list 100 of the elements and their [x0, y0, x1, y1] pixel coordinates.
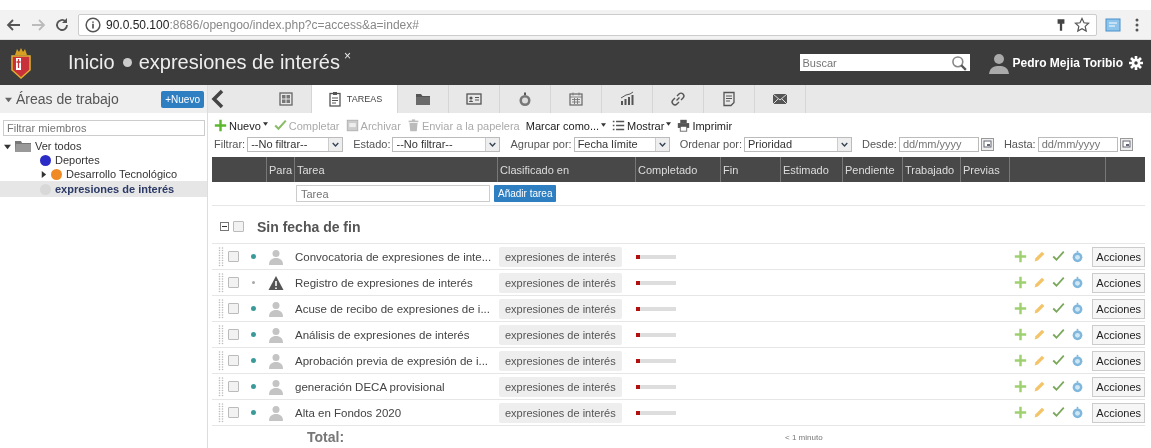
search-field[interactable]: Buscar [799, 54, 970, 71]
actions-button[interactable]: Acciones [1092, 272, 1145, 293]
settings-icon[interactable] [1129, 55, 1143, 70]
checkbox[interactable] [228, 303, 239, 314]
stopwatch-icon[interactable] [1071, 276, 1085, 289]
drag-handle-icon[interactable] [218, 272, 224, 293]
star-icon[interactable] [1074, 16, 1090, 33]
caret-icon[interactable] [654, 137, 669, 151]
workspace-tag[interactable]: expresiones de interés [499, 246, 622, 267]
address-bar[interactable]: 90.0.50.100:8686/opengoo/index.php?c=access&a=index# [78, 13, 1097, 36]
pencil-icon[interactable] [1033, 302, 1047, 315]
caret-icon[interactable] [485, 137, 500, 151]
user-name[interactable]: Pedro Mejia Toribio [1012, 55, 1123, 70]
forward-icon[interactable] [30, 16, 46, 33]
plus-icon[interactable] [1014, 250, 1028, 263]
column-header[interactable]: Fin [720, 157, 780, 182]
pencil-icon[interactable] [1033, 250, 1047, 263]
user-icon[interactable] [987, 51, 1010, 74]
drag-handle-icon[interactable] [218, 402, 224, 423]
column-header[interactable]: Previas [960, 157, 1009, 182]
caret-right-icon[interactable] [40, 170, 47, 178]
workspace-tag[interactable]: expresiones de interés [499, 324, 622, 345]
info-icon[interactable] [85, 16, 101, 33]
toolbar-button[interactable]: Imprimir [677, 119, 733, 132]
close-mark[interactable]: × [343, 49, 351, 63]
check-icon[interactable] [1052, 406, 1066, 419]
toolbar-button[interactable]: Marcar como... [525, 119, 607, 132]
column-header[interactable]: Para [266, 157, 294, 182]
date-field[interactable]: dd/mm/yyyy [898, 136, 979, 152]
dropdown-field[interactable]: --No filtrar-- [247, 136, 344, 152]
pencil-icon[interactable] [1033, 406, 1047, 419]
check-icon[interactable] [1052, 328, 1066, 341]
calendar-icon[interactable] [1119, 137, 1133, 151]
plus-icon[interactable] [1014, 380, 1028, 393]
column-header[interactable]: Pendiente [842, 157, 902, 182]
checkbox[interactable] [228, 407, 239, 418]
tree-item[interactable]: Deportes [0, 153, 207, 167]
tree-item[interactable]: Desarrollo Tecnológico [0, 167, 207, 181]
reload-icon[interactable] [54, 16, 70, 33]
tree-item[interactable]: Ver todos [0, 139, 207, 153]
task-title[interactable]: Análisis de expresiones de interés [295, 328, 499, 341]
checkbox[interactable] [228, 381, 239, 392]
drag-handle-icon[interactable] [218, 324, 224, 345]
task-title[interactable]: Aprobación previa de expresión de i... [295, 354, 499, 367]
task-title[interactable]: Convocatoria de expresiones de inte... [295, 250, 499, 263]
plus-icon[interactable] [1014, 354, 1028, 367]
actions-button[interactable]: Acciones [1092, 324, 1145, 345]
actions-button[interactable]: Acciones [1092, 350, 1145, 371]
drag-handle-icon[interactable] [218, 298, 224, 319]
filter-field[interactable]: Filtrar miembros [3, 120, 205, 136]
workspace-tag[interactable]: expresiones de interés [499, 402, 622, 423]
dropdown-field[interactable]: Prioridad [744, 136, 852, 152]
search-icon[interactable] [950, 54, 967, 71]
add-task-button[interactable]: Añadir tarea [494, 185, 557, 202]
drag-handle-icon[interactable] [218, 350, 224, 371]
stopwatch-icon[interactable] [1071, 354, 1085, 367]
check-icon[interactable] [1052, 250, 1066, 263]
collapse-icon[interactable] [220, 222, 229, 231]
checkbox[interactable] [228, 329, 239, 340]
actions-button[interactable]: Acciones [1092, 246, 1145, 267]
caret-down-icon[interactable] [4, 142, 11, 150]
column-header[interactable]: Clasificado en [497, 157, 635, 182]
task-title[interactable]: Alta en Fondos 2020 [295, 406, 499, 419]
check-icon[interactable] [1052, 302, 1066, 315]
checkbox[interactable] [228, 277, 239, 288]
toolbar-button[interactable]: Mostrar [612, 119, 672, 132]
back-icon[interactable] [6, 16, 22, 33]
pencil-icon[interactable] [1033, 380, 1047, 393]
workspace-tag[interactable]: expresiones de interés [499, 272, 622, 293]
workspace-tag[interactable]: expresiones de interés [499, 376, 622, 397]
check-icon[interactable] [1052, 354, 1066, 367]
pencil-icon[interactable] [1033, 354, 1047, 367]
plus-icon[interactable] [1014, 406, 1028, 419]
task-title[interactable]: generación DECA provisional [295, 380, 499, 393]
checkbox[interactable] [233, 221, 244, 232]
checkbox[interactable] [228, 251, 239, 262]
column-header[interactable]: Tarea [294, 157, 497, 182]
pencil-icon[interactable] [1033, 328, 1047, 341]
extension-icon[interactable] [1105, 16, 1121, 33]
task-field[interactable]: Tarea [296, 185, 490, 202]
breadcrumb-home[interactable]: Inicio [68, 51, 115, 74]
task-title[interactable]: Acuse de recibo de expresiones de i... [295, 302, 499, 315]
plus-icon[interactable] [1014, 276, 1028, 289]
pencil-icon[interactable] [1033, 276, 1047, 289]
caret-icon[interactable] [328, 137, 343, 151]
actions-button[interactable]: Acciones [1092, 402, 1145, 423]
workspace-tag[interactable]: expresiones de interés [499, 350, 622, 371]
checkbox[interactable] [228, 355, 239, 366]
stopwatch-icon[interactable] [1071, 328, 1085, 341]
stopwatch-icon[interactable] [1071, 380, 1085, 393]
toolbar-button[interactable]: Nuevo [214, 119, 268, 132]
plus-icon[interactable] [1014, 302, 1028, 315]
actions-button[interactable]: Acciones [1092, 376, 1145, 397]
stopwatch-icon[interactable] [1071, 406, 1085, 419]
tab[interactable]: TAREAS [312, 85, 398, 113]
new-button[interactable]: +Nuevo [161, 90, 204, 108]
dropdown-field[interactable]: --No filtrar-- [392, 136, 501, 152]
calendar-icon[interactable] [980, 137, 994, 151]
caret-icon[interactable] [5, 95, 12, 103]
workspace-tag[interactable]: expresiones de interés [499, 298, 622, 319]
